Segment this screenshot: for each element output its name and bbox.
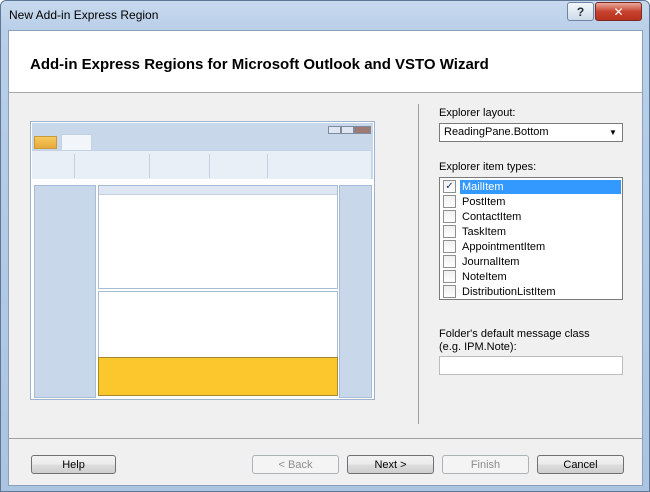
explorer-layout-label: Explorer layout: bbox=[439, 107, 516, 119]
title-bar[interactable]: New Add-in Express Region ? ✕ bbox=[1, 1, 649, 29]
checkbox-icon[interactable] bbox=[443, 225, 456, 238]
list-item-appointmentitem[interactable]: AppointmentItem bbox=[441, 239, 621, 254]
back-button[interactable]: < Back bbox=[252, 455, 339, 474]
item-types-list[interactable]: ✓ MailItem PostItem ContactItem TaskItem… bbox=[439, 177, 623, 300]
chevron-down-icon[interactable]: ▼ bbox=[606, 125, 620, 140]
message-class-input[interactable] bbox=[439, 356, 623, 375]
list-item-noteitem[interactable]: NoteItem bbox=[441, 269, 621, 284]
preview-ribbon bbox=[32, 150, 371, 179]
help-button[interactable]: Help bbox=[31, 455, 116, 474]
preview-maximize-icon bbox=[341, 126, 354, 134]
checkbox-icon[interactable] bbox=[443, 210, 456, 223]
finish-button[interactable]: Finish bbox=[442, 455, 529, 474]
list-item-journalitem[interactable]: JournalItem bbox=[441, 254, 621, 269]
preview-item-list bbox=[98, 185, 338, 289]
preview-navigation-pane bbox=[34, 185, 96, 398]
dialog-client: Add-in Express Regions for Microsoft Out… bbox=[8, 30, 643, 486]
message-class-hint: (e.g. IPM.Note): bbox=[439, 341, 517, 353]
checkbox-icon[interactable] bbox=[443, 195, 456, 208]
checkbox-icon[interactable] bbox=[443, 240, 456, 253]
list-item-taskitem[interactable]: TaskItem bbox=[441, 224, 621, 239]
checkbox-checked-icon[interactable]: ✓ bbox=[443, 180, 456, 193]
vertical-divider bbox=[418, 104, 419, 424]
checkbox-icon[interactable] bbox=[443, 270, 456, 283]
page-title: Add-in Express Regions for Microsoft Out… bbox=[30, 56, 489, 73]
list-item-postitem[interactable]: PostItem bbox=[441, 194, 621, 209]
list-item-mailitem[interactable]: ✓ MailItem bbox=[441, 179, 621, 194]
preview-ribbon-tab bbox=[61, 134, 92, 151]
preview-region-highlight bbox=[98, 357, 338, 396]
message-class-label: Folder's default message class bbox=[439, 328, 590, 340]
cancel-button[interactable]: Cancel bbox=[537, 455, 624, 474]
item-types-label: Explorer item types: bbox=[439, 161, 537, 173]
explorer-layout-value: ReadingPane.Bottom bbox=[444, 126, 549, 138]
close-button[interactable]: ✕ bbox=[595, 2, 642, 21]
window-title: New Add-in Express Region bbox=[9, 8, 159, 22]
checkbox-icon[interactable] bbox=[443, 255, 456, 268]
preview-todo-bar bbox=[339, 185, 372, 398]
help-title-button[interactable]: ? bbox=[567, 2, 594, 21]
preview-close-icon bbox=[354, 126, 371, 134]
preview-reading-pane bbox=[98, 291, 338, 357]
preview-minimize-icon bbox=[328, 126, 341, 134]
explorer-layout-select[interactable]: ReadingPane.Bottom ▼ bbox=[439, 123, 623, 142]
preview-office-button bbox=[34, 136, 57, 149]
wizard-header: Add-in Express Regions for Microsoft Out… bbox=[9, 31, 642, 93]
wizard-window: New Add-in Express Region ? ✕ Add-in Exp… bbox=[0, 0, 650, 492]
list-item-contactitem[interactable]: ContactItem bbox=[441, 209, 621, 224]
next-button[interactable]: Next > bbox=[347, 455, 434, 474]
list-item-distributionlistitem[interactable]: DistributionListItem bbox=[441, 284, 621, 299]
footer-divider bbox=[9, 438, 642, 439]
layout-preview bbox=[30, 121, 375, 400]
checkbox-icon[interactable] bbox=[443, 285, 456, 298]
